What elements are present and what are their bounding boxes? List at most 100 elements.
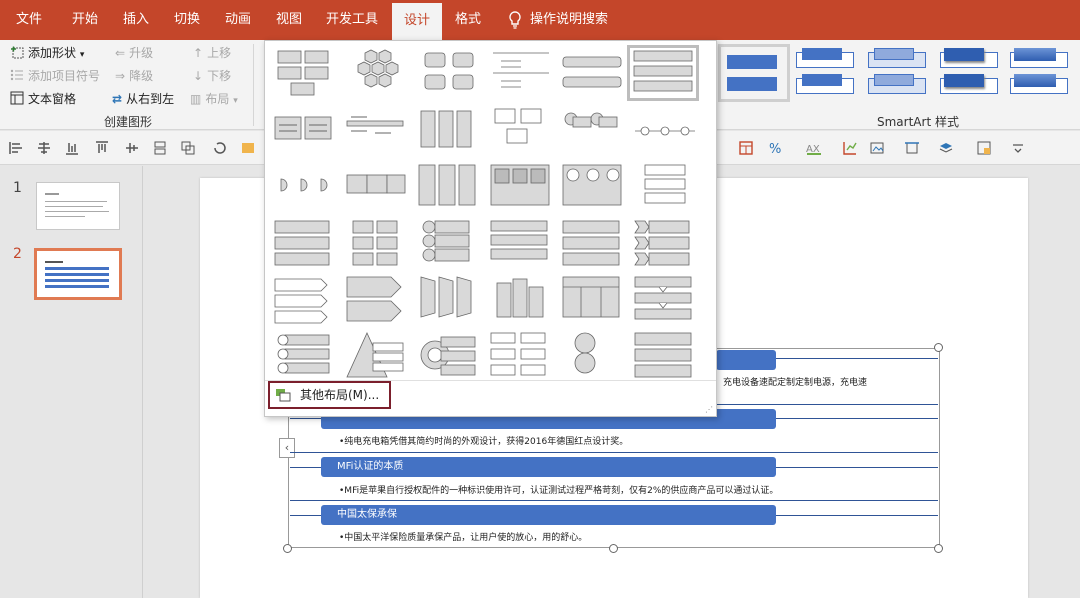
layout-button[interactable]: ▥ 布局 ▾ xyxy=(190,89,238,109)
smartart-row-title[interactable]: MFi认证的本质 xyxy=(321,457,776,477)
layout-option[interactable] xyxy=(415,105,483,157)
right-to-left-button[interactable]: ⇄ 从右到左 xyxy=(112,89,174,109)
layout-option[interactable] xyxy=(487,273,555,325)
layout-option[interactable] xyxy=(487,105,555,157)
layout-option[interactable] xyxy=(415,273,483,325)
layout-option[interactable] xyxy=(559,105,627,157)
smartart-row-line xyxy=(290,500,938,501)
layout-option[interactable] xyxy=(559,273,627,325)
shape-fill-icon[interactable] xyxy=(240,140,256,156)
smartart-row-title[interactable]: 中国太保承保 xyxy=(321,505,776,525)
table-icon[interactable] xyxy=(738,140,754,156)
resize-handle[interactable] xyxy=(283,544,292,553)
svg-text:%: % xyxy=(769,142,781,156)
size-icon[interactable] xyxy=(976,140,992,156)
more-layouts-button[interactable]: 其他布局(M)... xyxy=(268,381,391,409)
align-center-icon[interactable] xyxy=(36,140,52,156)
resize-grip-icon[interactable]: ⋰ xyxy=(705,405,713,414)
picture-icon[interactable] xyxy=(870,140,886,156)
layout-option[interactable] xyxy=(271,329,339,381)
tab-animations[interactable]: 动画 xyxy=(214,0,262,40)
layout-option[interactable] xyxy=(559,217,627,269)
layout-option[interactable] xyxy=(631,329,699,381)
layout-option[interactable] xyxy=(559,161,627,213)
move-down-button[interactable]: ↓ 下移 xyxy=(193,66,231,86)
percent-icon[interactable]: % xyxy=(768,140,784,156)
layout-option[interactable] xyxy=(343,329,411,381)
layout-option[interactable] xyxy=(415,329,483,381)
resize-handle[interactable] xyxy=(934,544,943,553)
layout-option[interactable] xyxy=(271,105,339,157)
layout-option[interactable] xyxy=(559,47,627,99)
promote-button[interactable]: ⇐ 升级 xyxy=(115,43,153,63)
layout-option[interactable] xyxy=(271,273,339,325)
group-icon[interactable] xyxy=(180,140,196,156)
layout-option-selected[interactable] xyxy=(627,45,699,101)
move-up-button[interactable]: ↑ 上移 xyxy=(193,43,231,63)
layout-option[interactable] xyxy=(271,217,339,269)
text-pane-icon xyxy=(10,91,24,105)
tab-transitions[interactable]: 切换 xyxy=(162,0,212,40)
add-shape-button[interactable]: 添加形状 ▾ xyxy=(10,43,84,63)
align-bottom-icon[interactable] xyxy=(64,140,80,156)
layout-option[interactable] xyxy=(415,47,483,99)
layout-option[interactable] xyxy=(343,161,411,213)
layout-option[interactable] xyxy=(487,161,555,213)
arrange-icon[interactable] xyxy=(938,140,954,156)
add-bullet-button[interactable]: 添加项目符号 xyxy=(10,66,100,86)
smartart-style-1[interactable] xyxy=(718,44,790,102)
layout-option[interactable] xyxy=(415,217,483,269)
text-pane-toggle[interactable]: ‹ xyxy=(279,438,295,458)
distribute-icon[interactable] xyxy=(152,140,168,156)
tab-file[interactable]: 文件 xyxy=(0,0,58,40)
tab-home[interactable]: 开始 xyxy=(58,0,112,40)
smartart-row-text[interactable]: •MFi是苹果自行授权配件的一种标识使用许可，认证测试过程严格苛刻，仅有2%的供… xyxy=(339,483,778,496)
smartart-row-text[interactable]: •纯电充电箱凭借其简约时尚的外观设计，获得2016年德国红点设计奖。 xyxy=(339,434,628,447)
layout-option[interactable] xyxy=(343,105,411,157)
layout-option[interactable] xyxy=(631,273,699,325)
layout-icon: ▥ xyxy=(190,92,202,106)
layout-option[interactable] xyxy=(271,161,339,213)
tab-developer[interactable]: 开发工具 xyxy=(316,0,388,40)
layout-option[interactable] xyxy=(271,47,339,99)
slide-thumbnail-2[interactable] xyxy=(34,248,122,300)
layout-option[interactable] xyxy=(343,273,411,325)
layout-option[interactable] xyxy=(559,329,627,381)
layout-option[interactable] xyxy=(343,217,411,269)
smartart-style-5[interactable] xyxy=(1010,48,1072,102)
smartart-style-4[interactable] xyxy=(940,48,1006,102)
align-top-icon[interactable] xyxy=(94,140,110,156)
layout-option[interactable] xyxy=(415,161,483,213)
smartart-style-3[interactable] xyxy=(868,48,934,102)
text-pane-button[interactable]: 文本窗格 xyxy=(10,89,76,109)
layout-option[interactable] xyxy=(487,217,555,269)
smartart-row-title[interactable] xyxy=(716,350,776,370)
tab-format[interactable]: 格式 xyxy=(444,0,492,40)
resize-handle[interactable] xyxy=(934,343,943,352)
demote-button[interactable]: ⇒ 降级 xyxy=(115,66,153,86)
chart-icon[interactable] xyxy=(842,140,858,156)
layout-option[interactable] xyxy=(631,161,699,213)
slide-thumbnail-1[interactable] xyxy=(36,182,120,230)
arrow-up-icon: ↑ xyxy=(193,46,204,60)
layout-option[interactable] xyxy=(631,105,699,157)
align-left-icon[interactable] xyxy=(8,140,24,156)
slide-thumbnails-pane: 1 2 xyxy=(0,166,143,598)
layout-option[interactable] xyxy=(631,217,699,269)
text-effects-icon[interactable]: AX xyxy=(806,140,822,156)
smartart-style-2[interactable] xyxy=(796,48,862,102)
smartart-row-text[interactable]: ）充电设备速配定制定制电源，充电速 xyxy=(714,375,867,388)
tab-design[interactable]: 设计 xyxy=(392,3,442,40)
crop-icon[interactable] xyxy=(904,140,920,156)
layout-option[interactable] xyxy=(487,47,555,99)
tell-me-search[interactable]: 操作说明搜索 xyxy=(530,0,614,40)
layout-option[interactable] xyxy=(343,47,411,99)
tab-insert[interactable]: 插入 xyxy=(112,0,160,40)
resize-handle[interactable] xyxy=(609,544,618,553)
align-middle-icon[interactable] xyxy=(124,140,140,156)
rotate-icon[interactable] xyxy=(212,140,228,156)
smartart-row-text[interactable]: •中国太平洋保险质量承保产品，让用户使的放心，用的舒心。 xyxy=(339,530,587,543)
tab-view[interactable]: 视图 xyxy=(264,0,314,40)
more-commands-icon[interactable] xyxy=(1010,140,1026,156)
layout-option[interactable] xyxy=(487,329,555,381)
